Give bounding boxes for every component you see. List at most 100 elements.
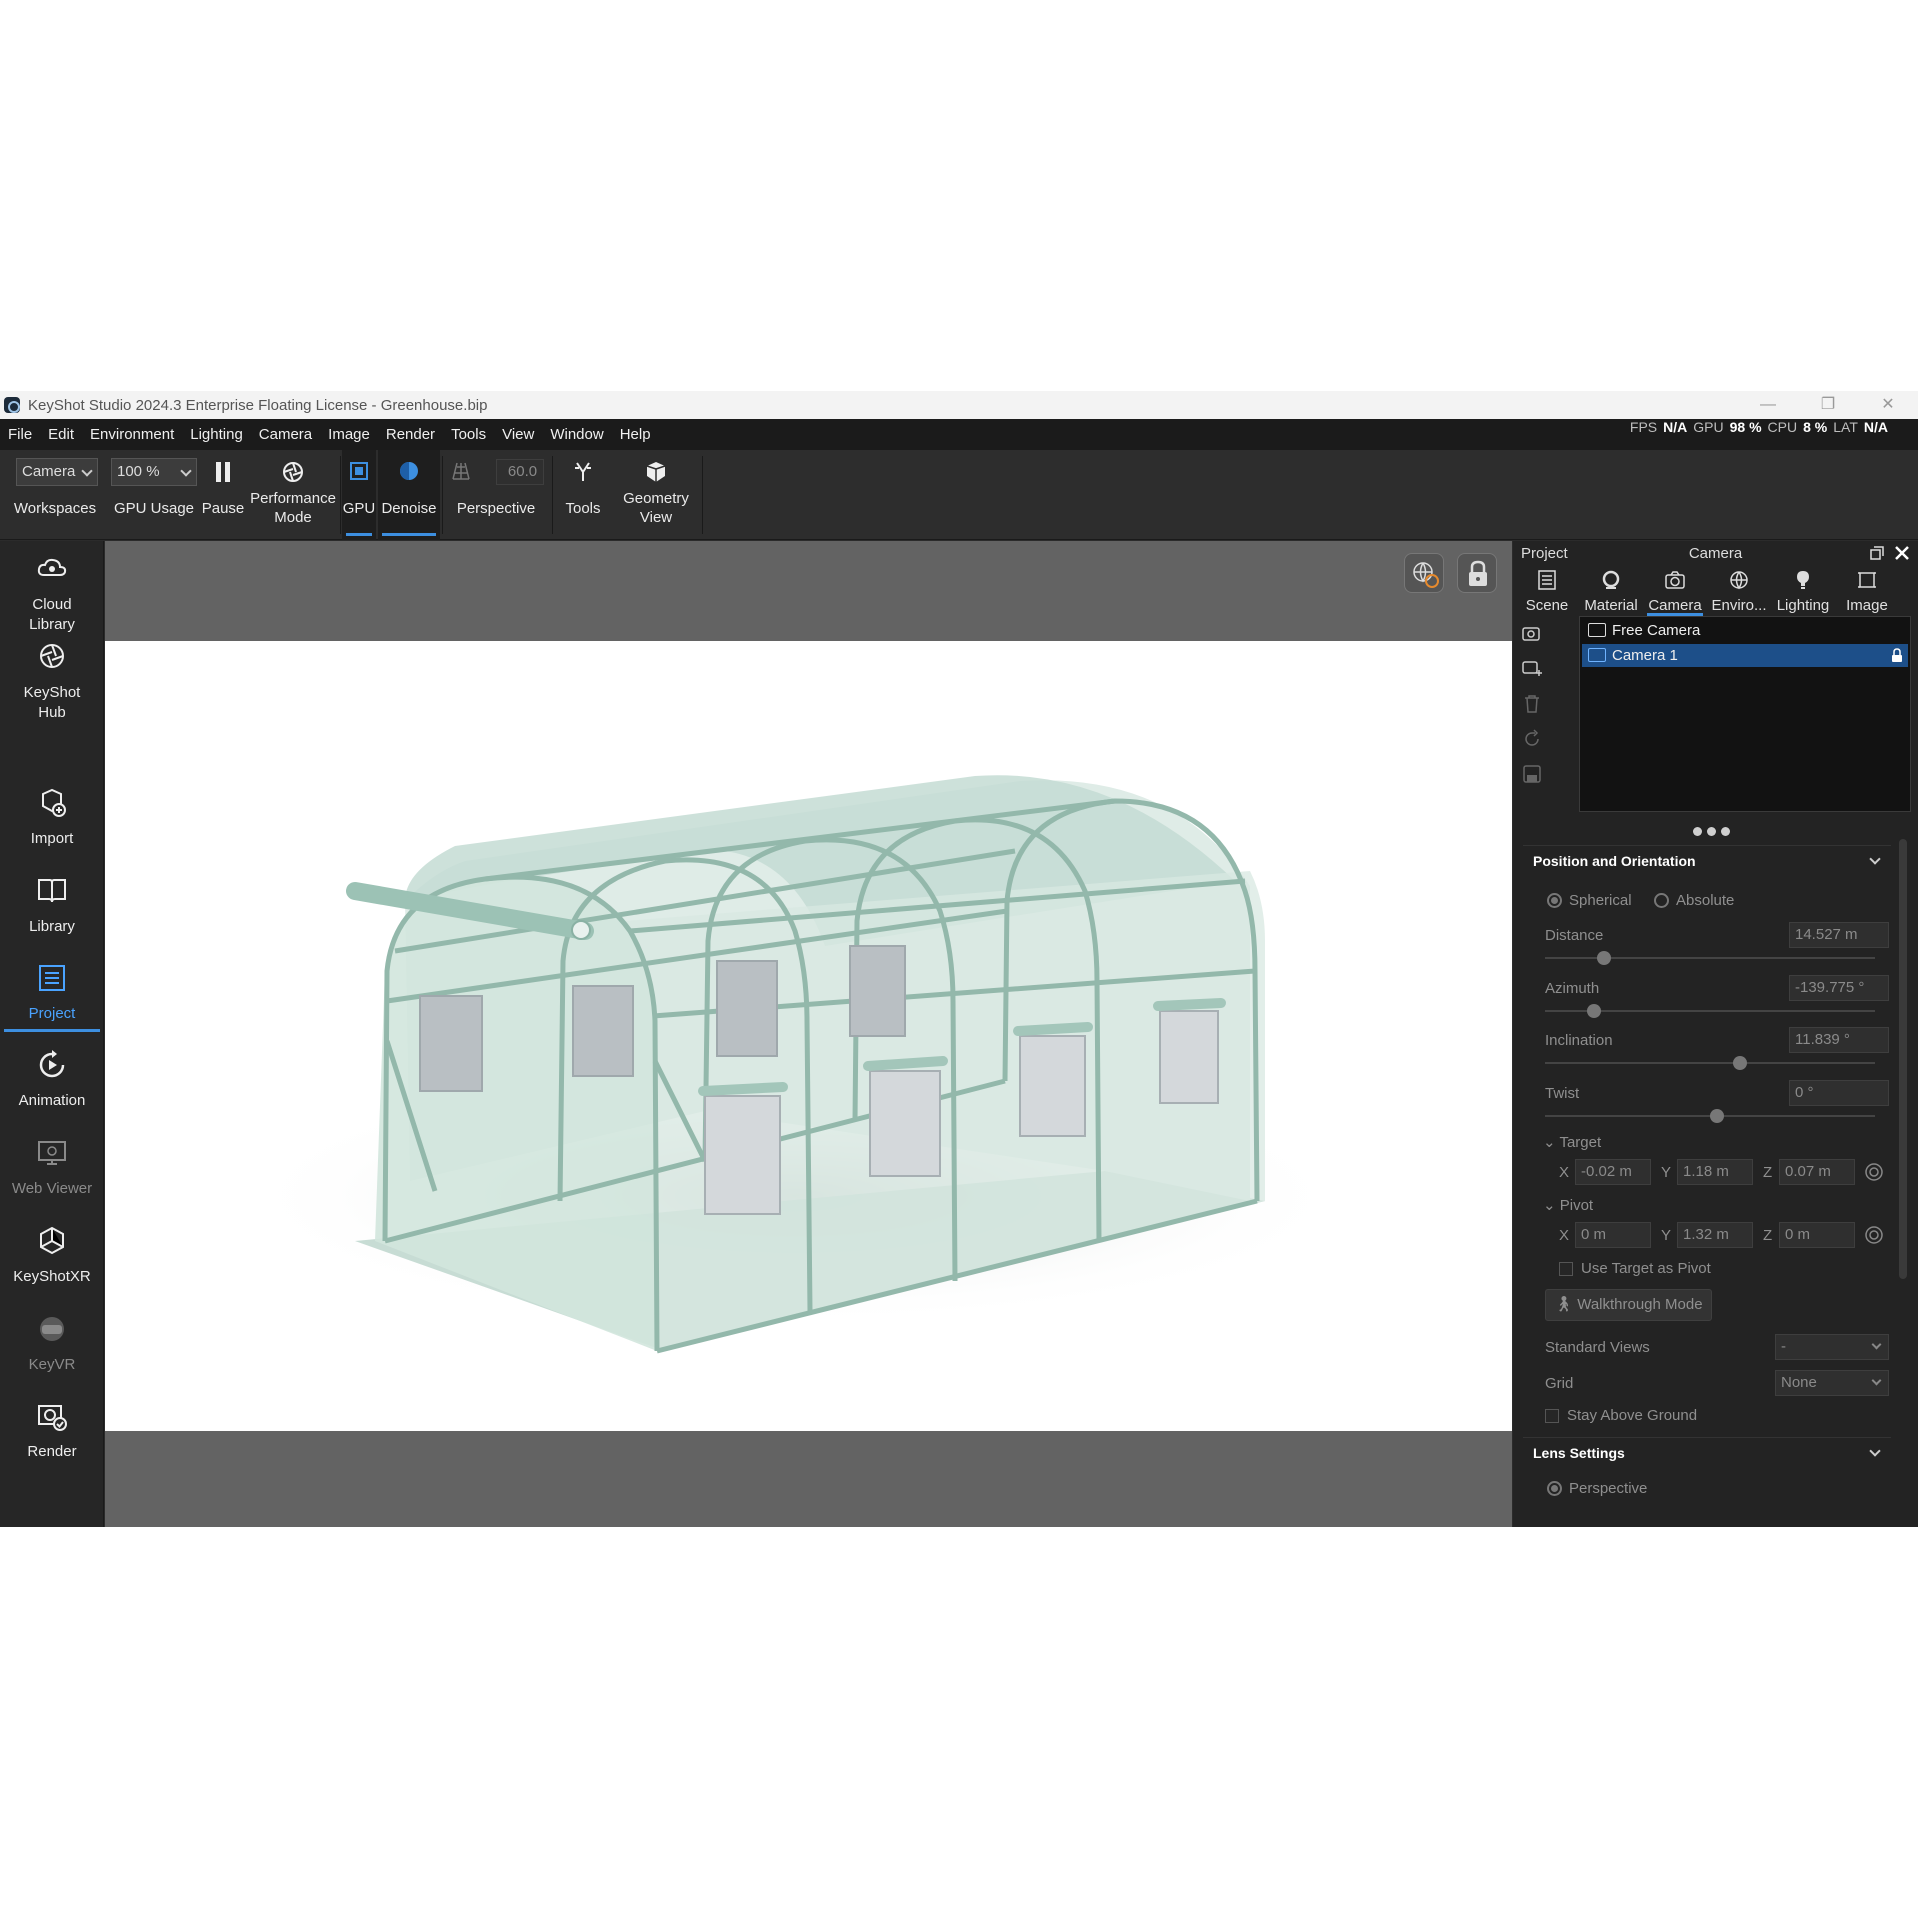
target-y-input[interactable]: 1.18 m xyxy=(1677,1159,1753,1185)
restore-icon[interactable]: ❐ xyxy=(1798,391,1858,419)
pick-pivot-icon[interactable] xyxy=(1864,1225,1884,1245)
tab-lighting[interactable]: Lighting xyxy=(1771,569,1835,614)
menu-environment[interactable]: Environment xyxy=(82,426,182,443)
pause-icon xyxy=(216,462,230,482)
sidebar-item-animation[interactable]: Animation xyxy=(0,1048,104,1109)
use-target-pivot-checkbox[interactable] xyxy=(1559,1262,1573,1276)
pivot-header[interactable]: ⌄ Pivot xyxy=(1543,1196,1593,1214)
camera-name: Free Camera xyxy=(1612,622,1701,639)
geometry-view-button[interactable]: Geometry View xyxy=(614,450,698,540)
project-active-indicator xyxy=(4,1029,100,1032)
inclination-input[interactable]: 11.839 ° xyxy=(1789,1027,1889,1053)
sidebar-item-project[interactable]: Project xyxy=(0,961,104,1032)
sidebar-item-keyvr[interactable]: KeyVR xyxy=(0,1312,104,1373)
lock-icon[interactable] xyxy=(1890,648,1904,663)
panel-scrollbar[interactable] xyxy=(1899,839,1907,1279)
twist-input[interactable]: 0 ° xyxy=(1789,1080,1889,1106)
tools-button[interactable]: Tools xyxy=(554,450,612,540)
menu-window[interactable]: Window xyxy=(542,426,611,443)
slider-handle[interactable] xyxy=(1587,1004,1601,1018)
close-window-icon[interactable]: ✕ xyxy=(1858,391,1918,419)
menu-lighting[interactable]: Lighting xyxy=(182,426,251,443)
more-options-icon[interactable] xyxy=(1693,827,1730,836)
pivot-x-input[interactable]: 0 m xyxy=(1575,1222,1651,1248)
field-of-view-input[interactable]: 60.0 xyxy=(496,459,544,485)
target-z-input[interactable]: 0.07 m xyxy=(1779,1159,1855,1185)
environment-toggle-button[interactable] xyxy=(1404,553,1444,593)
render-canvas[interactable] xyxy=(105,641,1512,1431)
menu-tools[interactable]: Tools xyxy=(443,426,494,443)
grid-select[interactable]: None xyxy=(1775,1370,1889,1396)
reset-camera-icon[interactable] xyxy=(1521,728,1543,750)
menu-image[interactable]: Image xyxy=(320,426,378,443)
menu-camera[interactable]: Camera xyxy=(251,426,320,443)
render-viewport[interactable] xyxy=(105,541,1512,1527)
pause-button[interactable]: Pause xyxy=(200,450,246,540)
menu-edit[interactable]: Edit xyxy=(40,426,82,443)
undock-icon[interactable] xyxy=(1869,545,1885,561)
absolute-radio[interactable] xyxy=(1654,893,1669,908)
inclination-slider[interactable] xyxy=(1545,1056,1875,1070)
minimize-icon[interactable]: — xyxy=(1738,391,1798,419)
distance-input[interactable]: 14.527 m xyxy=(1789,922,1889,948)
perspective-radio[interactable] xyxy=(1547,1481,1562,1496)
close-panel-icon[interactable] xyxy=(1893,544,1911,562)
slider-handle[interactable] xyxy=(1733,1056,1747,1070)
pivot-y-input[interactable]: 1.32 m xyxy=(1677,1222,1753,1248)
list-item[interactable]: Camera 1 xyxy=(1582,644,1908,667)
gpu-toggle[interactable]: GPU xyxy=(342,450,376,540)
gpu-usage-select[interactable]: 100 % xyxy=(111,458,197,486)
twist-slider[interactable] xyxy=(1545,1109,1875,1123)
keyshot-window: KeyShot Studio 2024.3 Enterprise Floatin… xyxy=(0,391,1918,1527)
save-camera-icon[interactable] xyxy=(1521,763,1543,785)
standard-views-label: Standard Views xyxy=(1545,1339,1650,1356)
target-x-input[interactable]: -0.02 m xyxy=(1575,1159,1651,1185)
tab-scene[interactable]: Scene xyxy=(1515,569,1579,614)
distance-slider[interactable] xyxy=(1545,951,1875,965)
tab-camera[interactable]: Camera xyxy=(1643,569,1707,616)
camera-lock-button[interactable] xyxy=(1457,553,1497,593)
book-icon xyxy=(38,879,66,903)
delete-camera-icon[interactable] xyxy=(1521,693,1543,715)
chevron-down-icon xyxy=(1869,1445,1881,1457)
menu-file[interactable]: File xyxy=(0,426,40,443)
pick-target-icon[interactable] xyxy=(1864,1162,1884,1182)
spherical-radio[interactable] xyxy=(1547,893,1562,908)
gpu-chip-icon xyxy=(350,462,368,480)
position-orientation-header[interactable]: Position and Orientation xyxy=(1523,845,1891,875)
target-header[interactable]: ⌄ Target xyxy=(1543,1133,1601,1151)
workspace-select[interactable]: Camera xyxy=(16,458,98,486)
duplicate-camera-icon[interactable] xyxy=(1521,658,1543,680)
sidebar-item-keyshotxr[interactable]: KeyShotXR xyxy=(0,1224,104,1285)
gpu-stat-value: 98 % xyxy=(1729,419,1762,435)
sidebar-item-web-viewer[interactable]: Web Viewer xyxy=(0,1136,104,1197)
keyshotxr-icon xyxy=(40,1226,64,1255)
axis-y-label: Y xyxy=(1661,1164,1672,1181)
performance-mode-button[interactable]: Performance Mode xyxy=(248,450,338,540)
azimuth-slider[interactable] xyxy=(1545,1004,1875,1018)
chevron-down-icon xyxy=(1871,1375,1882,1386)
add-camera-icon[interactable] xyxy=(1521,623,1543,645)
sidebar-item-keyshot-hub[interactable]: KeyShot Hub xyxy=(0,639,104,723)
sidebar-item-library[interactable]: Library xyxy=(0,874,104,935)
standard-views-select[interactable]: - xyxy=(1775,1334,1889,1360)
sidebar-item-render[interactable]: Render xyxy=(0,1399,104,1460)
denoise-toggle[interactable]: Denoise xyxy=(378,450,440,540)
tab-environment[interactable]: Enviro... xyxy=(1707,569,1771,614)
menu-help[interactable]: Help xyxy=(612,426,659,443)
azimuth-input[interactable]: -139.775 ° xyxy=(1789,975,1889,1001)
tab-material[interactable]: Material xyxy=(1579,569,1643,614)
sidebar-item-cloud-library[interactable]: Cloud Library xyxy=(0,551,104,635)
stay-above-ground-checkbox[interactable] xyxy=(1545,1409,1559,1423)
sidebar-item-import[interactable]: Import xyxy=(0,786,104,847)
menu-view[interactable]: View xyxy=(494,426,542,443)
spherical-label: Spherical xyxy=(1569,892,1632,909)
pivot-z-input[interactable]: 0 m xyxy=(1779,1222,1855,1248)
walkthrough-mode-button[interactable]: 🚶︎ Walkthrough Mode xyxy=(1545,1289,1712,1321)
slider-handle[interactable] xyxy=(1597,951,1611,965)
menu-render[interactable]: Render xyxy=(378,426,443,443)
tab-image[interactable]: Image xyxy=(1835,569,1899,614)
list-item[interactable]: Free Camera xyxy=(1582,619,1908,642)
lens-settings-header[interactable]: Lens Settings xyxy=(1523,1437,1891,1467)
slider-handle[interactable] xyxy=(1710,1109,1724,1123)
